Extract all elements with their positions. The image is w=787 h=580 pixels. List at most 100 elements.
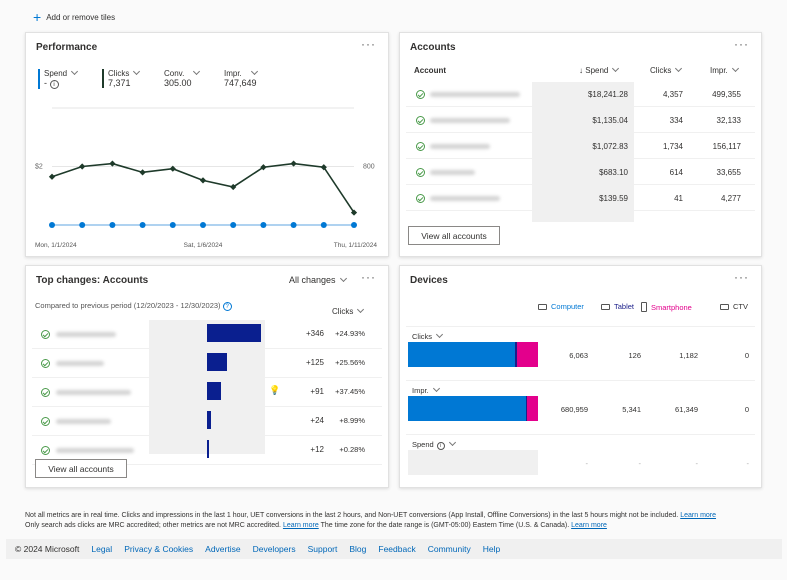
data-point-clicks[interactable] xyxy=(79,163,86,170)
status-active-icon xyxy=(416,90,425,99)
cell-spend: $683.10 xyxy=(599,168,628,177)
data-point-spend[interactable] xyxy=(139,222,146,228)
more-options-icon[interactable]: ··· xyxy=(734,37,749,51)
value-tablet: 5,341 xyxy=(622,405,641,414)
performance-card: Performance ··· Spend - i Clicks 7,371 C… xyxy=(25,32,389,257)
learn-more-link[interactable]: Learn more xyxy=(571,522,607,529)
data-point-spend[interactable] xyxy=(260,222,267,228)
stacked-bar[interactable] xyxy=(408,450,538,475)
footer-link-developers[interactable]: Developers xyxy=(253,544,296,554)
account-name-redacted[interactable] xyxy=(430,196,500,201)
device-row-spend: Spend i - - - - xyxy=(406,434,755,486)
value-tablet: - xyxy=(638,459,642,468)
data-point-spend[interactable] xyxy=(351,222,357,228)
plus-icon: + xyxy=(33,9,42,25)
data-point-spend[interactable] xyxy=(230,222,237,228)
cell-impr: 33,655 xyxy=(716,168,741,177)
table-row[interactable]: $18,241.28 4,357 499,355 xyxy=(406,81,755,107)
table-row[interactable]: $139.59 41 4,277 xyxy=(406,185,755,211)
data-point-clicks[interactable] xyxy=(109,160,116,167)
data-point-spend[interactable] xyxy=(290,222,297,228)
footer-link-support[interactable]: Support xyxy=(308,544,338,554)
metric-dropdown[interactable]: Spend i xyxy=(412,438,456,450)
data-point-clicks[interactable] xyxy=(48,173,56,180)
footer-link-help[interactable]: Help xyxy=(483,544,500,554)
bar-segment-smartphone xyxy=(517,342,538,367)
status-active-icon xyxy=(416,194,425,203)
more-options-icon[interactable]: ··· xyxy=(734,270,749,284)
table-row[interactable]: $683.10 614 33,655 xyxy=(406,159,755,185)
changes-filter-dropdown[interactable]: All changes xyxy=(289,274,347,285)
header-impr[interactable]: Impr. xyxy=(710,64,739,75)
lightbulb-icon[interactable]: 💡 xyxy=(269,385,280,396)
ctv-icon xyxy=(720,303,729,310)
metric-dropdown[interactable]: Clicks xyxy=(332,305,365,316)
top-changes-card: Top changes: Accounts All changes ··· Co… xyxy=(25,265,389,488)
change-row[interactable]: +125 +25.56% xyxy=(32,349,382,378)
footer-link-privacy-cookies[interactable]: Privacy & Cookies xyxy=(124,544,193,554)
data-point-spend[interactable] xyxy=(320,222,327,228)
account-name-redacted[interactable] xyxy=(430,144,490,149)
data-point-spend[interactable] xyxy=(200,222,206,228)
x-tick-label: Mon, 1/1/2024 xyxy=(35,242,77,249)
data-point-spend[interactable] xyxy=(169,222,176,228)
footer-link-feedback[interactable]: Feedback xyxy=(378,544,415,554)
value-computer: 6,063 xyxy=(569,351,588,360)
data-point-spend[interactable] xyxy=(49,222,55,228)
account-name-redacted[interactable] xyxy=(430,170,475,175)
help-icon[interactable]: ? xyxy=(222,302,232,311)
footer-link-blog[interactable]: Blog xyxy=(349,544,366,554)
footer-link-community[interactable]: Community xyxy=(428,544,471,554)
table-header: Account ↓ Spend Clicks Impr. xyxy=(414,64,744,78)
change-row[interactable]: +24 +8.99% xyxy=(32,407,382,436)
learn-more-link[interactable]: Learn more xyxy=(680,512,716,519)
account-name-redacted[interactable] xyxy=(430,92,520,97)
device-row-clicks: Clicks 6,063 126 1,182 0 xyxy=(406,326,755,378)
account-name-redacted[interactable] xyxy=(430,118,510,123)
status-active-icon xyxy=(41,330,50,339)
metric-dropdown[interactable]: Impr. xyxy=(412,384,440,395)
footer-link-advertise[interactable]: Advertise xyxy=(205,544,240,554)
account-name-redacted[interactable] xyxy=(56,448,134,453)
footer-link-legal[interactable]: Legal xyxy=(91,544,112,554)
devices-card: Devices ··· Computer Tablet Smartphone CTV … xyxy=(399,265,762,488)
table-row[interactable]: $1,135.04 334 32,133 xyxy=(406,107,755,133)
cell-spend: $1,135.04 xyxy=(592,116,628,125)
data-point-clicks[interactable] xyxy=(139,169,146,176)
add-tiles-button[interactable]: + Add or remove tiles xyxy=(33,9,115,25)
header-spend[interactable]: ↓ Spend xyxy=(579,64,620,75)
account-name-redacted[interactable] xyxy=(56,390,131,395)
learn-more-link[interactable]: Learn more xyxy=(283,522,319,529)
legend-smartphone[interactable]: Smartphone xyxy=(641,302,692,312)
value-ctv: 0 xyxy=(744,405,749,414)
legend-computer[interactable]: Computer xyxy=(538,302,584,311)
stacked-bar[interactable] xyxy=(408,342,538,367)
change-bar xyxy=(207,440,209,458)
legend-tablet[interactable]: Tablet xyxy=(601,302,634,311)
change-percent: +24.93% xyxy=(335,329,365,338)
data-point-clicks[interactable] xyxy=(290,160,297,167)
more-options-icon[interactable]: ··· xyxy=(361,270,376,284)
data-point-spend[interactable] xyxy=(79,222,86,228)
view-all-accounts-button[interactable]: View all accounts xyxy=(408,226,500,245)
cell-clicks: 4,357 xyxy=(662,90,683,99)
change-row[interactable]: +346 +24.93% xyxy=(32,320,382,349)
change-row[interactable]: 💡 +91 +37.45% xyxy=(32,378,382,407)
header-clicks[interactable]: Clicks xyxy=(650,64,683,75)
account-name-redacted[interactable] xyxy=(56,419,111,424)
bar-segment-smartphone xyxy=(527,396,538,421)
view-all-accounts-button[interactable]: View all accounts xyxy=(35,459,127,478)
data-point-spend[interactable] xyxy=(109,222,116,228)
header-account[interactable]: Account xyxy=(414,66,446,75)
data-point-clicks[interactable] xyxy=(199,177,207,184)
legend-ctv[interactable]: CTV xyxy=(720,302,748,311)
table-row[interactable]: $1,072.83 1,734 156,117 xyxy=(406,133,755,159)
account-name-redacted[interactable] xyxy=(56,361,104,366)
info-icon[interactable]: i xyxy=(436,442,445,450)
change-value: +346 xyxy=(305,329,324,338)
tablet-icon xyxy=(601,303,610,310)
account-name-redacted[interactable] xyxy=(56,332,116,337)
metric-dropdown[interactable]: Clicks xyxy=(412,330,444,341)
smartphone-icon xyxy=(641,302,647,312)
stacked-bar[interactable] xyxy=(408,396,538,421)
